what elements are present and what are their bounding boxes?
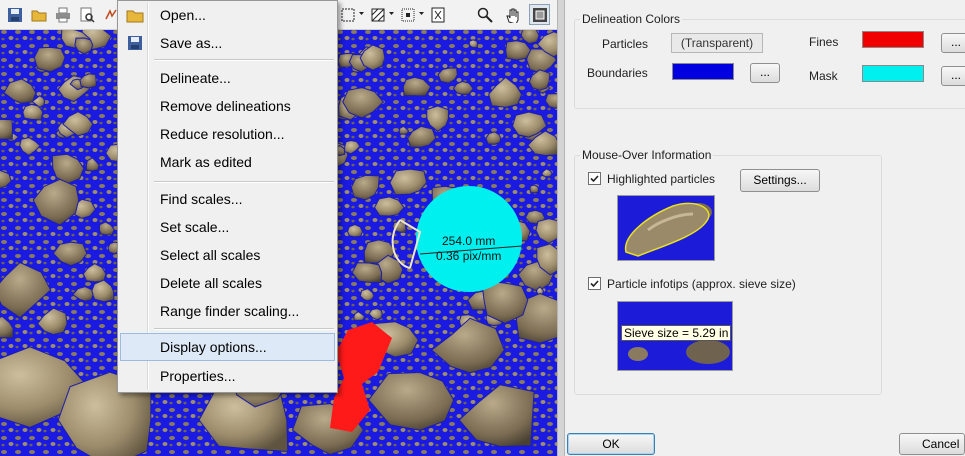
boundaries-color-swatch[interactable] [672,63,734,80]
fit-view-icon[interactable] [529,4,550,25]
menu-item-mark-as-edited[interactable]: Mark as edited [120,148,335,176]
cancel-button[interactable]: Cancel [899,433,965,455]
menu-item-remove-delineations[interactable]: Remove delineations [120,92,335,120]
menu-separator [154,181,334,183]
menu-separator [154,328,334,330]
mouse-over-title: Mouse-Over Information [580,148,714,162]
measure-resolution: 0.36 pix/mm [436,249,502,263]
open-folder-icon[interactable] [28,4,49,25]
menu-separator [154,59,334,61]
chevron-down-icon[interactable] [359,11,364,16]
mask-color-swatch[interactable] [862,65,924,82]
open-folder-icon [126,10,144,23]
measure-length: 254.0 mm [442,234,496,248]
chevron-down-icon[interactable] [419,11,424,16]
pan-hand-icon[interactable] [502,4,523,25]
fines-region [330,322,390,430]
print-icon[interactable] [52,4,73,25]
menu-item-set-scale[interactable]: Set scale... [120,213,335,241]
scale-icon[interactable] [427,4,448,25]
highlighted-particles-checkbox[interactable] [588,172,601,185]
settings-button[interactable]: Settings... [740,169,820,192]
ok-button[interactable]: OK [567,433,655,455]
checkmark-icon [590,175,599,183]
infotip-preview: Sieve size = 5.29 in [617,301,733,371]
highlighted-particles-label: Highlighted particles [607,172,716,186]
particle-infotips-label: Particle infotips (approx. sieve size) [607,277,796,291]
highlighted-particle-image [618,196,714,260]
particles-label: Particles [602,37,649,51]
context-menu: Open... Save as... Delineate... Remove d… [117,0,338,393]
print-preview-icon[interactable] [76,4,97,25]
menu-item-select-all-scales[interactable]: Select all scales [120,241,335,269]
menu-item-range-finder-scaling[interactable]: Range finder scaling... [120,297,335,325]
menu-item-reduce-resolution[interactable]: Reduce resolution... [120,120,335,148]
menu-item-save-as[interactable]: Save as... [120,29,335,57]
fines-color-button[interactable]: ... [941,33,965,53]
dotted-select-icon[interactable] [397,4,418,25]
chevron-down-icon[interactable] [389,11,394,16]
menu-item-display-options[interactable]: Display options... [120,333,335,361]
save-icon [128,36,142,50]
boundaries-label: Boundaries [587,66,648,80]
boundaries-color-button[interactable]: ... [750,63,780,83]
menu-item-open[interactable]: Open... [120,1,335,29]
mask-label: Mask [809,69,838,83]
particle [529,184,540,194]
mask-color-button[interactable]: ... [941,66,965,86]
particle [0,118,14,140]
menu-item-delineate[interactable]: Delineate... [120,64,335,92]
display-options-dialog: Delineation Colors Particles (Transparen… [565,0,965,456]
save-icon[interactable] [4,4,25,25]
panel-divider[interactable] [557,0,565,456]
particle [346,223,364,238]
menu-item-find-scales[interactable]: Find scales... [120,185,335,213]
particle-infotips-checkbox[interactable] [588,277,601,290]
fines-label: Fines [809,35,839,49]
checkmark-icon [590,280,599,288]
delineation-colors-title: Delineation Colors [580,12,683,26]
fines-color-swatch[interactable] [862,31,924,48]
zoom-icon[interactable] [474,4,495,25]
infotip-tooltip: Sieve size = 5.29 in [621,325,732,341]
particles-color-value[interactable]: (Transparent) [671,33,763,53]
hatch-fill-icon[interactable] [367,4,388,25]
particle [468,39,479,49]
rectangle-select-icon[interactable] [337,4,358,25]
menu-item-properties[interactable]: Properties... [120,362,335,390]
highlight-preview [617,195,715,261]
menu-item-delete-all-scales[interactable]: Delete all scales [120,269,335,297]
